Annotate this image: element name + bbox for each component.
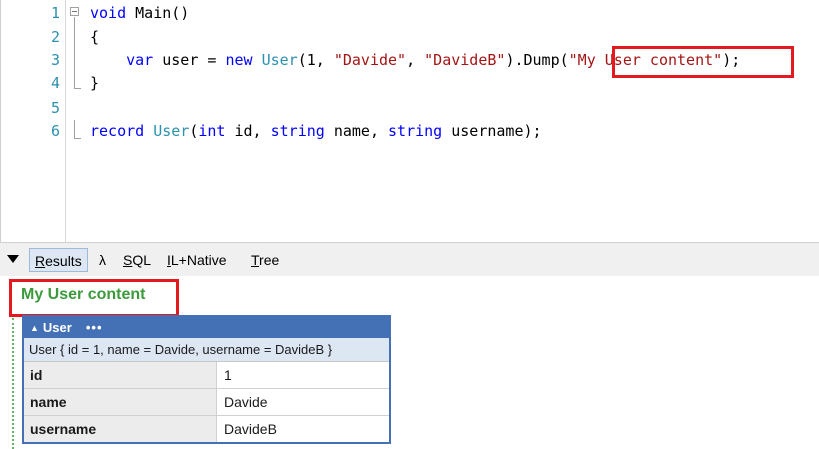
triangle-up-icon[interactable]: ▲ [30, 318, 39, 339]
line-number: 1 [50, 4, 60, 22]
code-token: { [90, 28, 100, 46]
dump-table: ▲ User ••• User { id = 1, name = Davide, u… [22, 315, 391, 444]
code-token: , [406, 51, 425, 69]
code-token: "Davide" [333, 51, 407, 69]
dump-key: id [24, 362, 217, 388]
code-token: string [270, 122, 325, 140]
dump-summary: User { id = 1, name = Davide, username =… [24, 338, 389, 362]
code-editor[interactable]: 1 void Main() 2 { 3 var user = new User(… [0, 0, 819, 242]
code-text[interactable]: record User(int id, string name, string … [90, 119, 542, 143]
tab-il-label: L+Native [170, 252, 227, 268]
tab-results-accel: R [35, 253, 46, 269]
results-toolbar: Results λ SQL IL+Native Tree [0, 242, 819, 276]
line-number: 3 [50, 51, 60, 69]
code-line-6: 6 record User(int id, string name, strin… [0, 119, 819, 143]
dump-type-label: User [42, 320, 72, 335]
highlight-box-heading [9, 279, 179, 317]
line-number: 4 [50, 74, 60, 92]
tab-il-native[interactable]: IL+Native [162, 248, 232, 272]
code-token: username); [442, 122, 542, 140]
dump-value: DavideB [224, 421, 277, 437]
table-row: name Davide [24, 389, 389, 416]
code-token: name, [324, 122, 389, 140]
code-token: } [90, 74, 100, 92]
highlight-box-dump-argument [612, 46, 794, 78]
tab-results-label: esults [45, 253, 82, 269]
code-token: id, [225, 122, 271, 140]
tab-sql-label: QL [132, 252, 152, 268]
code-token: ).Dump( [505, 51, 569, 69]
tab-tree-accel: T [251, 252, 260, 268]
line-number: 2 [50, 28, 60, 46]
code-text[interactable]: } [90, 71, 99, 95]
code-token: user = [153, 51, 226, 69]
code-token: string [388, 122, 443, 140]
tab-tree-label: ree [259, 252, 280, 268]
tab-lambda[interactable]: λ [94, 248, 111, 272]
tab-sql[interactable]: SQL [118, 248, 156, 272]
dump-value: 1 [224, 367, 232, 383]
code-token: record [90, 122, 145, 140]
dump-key: username [24, 416, 217, 442]
more-options-icon[interactable]: ••• [86, 320, 103, 335]
code-token: new [225, 51, 253, 69]
code-token: User [153, 122, 190, 140]
line-number: 5 [50, 99, 60, 117]
dump-value: Davide [224, 394, 268, 410]
code-token: (1, [297, 51, 334, 69]
code-token: "DavideB" [424, 51, 506, 69]
code-token: User [261, 51, 298, 69]
table-row: username DavideB [24, 416, 389, 442]
dump-key: name [24, 389, 217, 415]
tab-sql-accel: S [123, 252, 133, 268]
dump-dotted-guide [12, 318, 14, 449]
tab-tree[interactable]: Tree [246, 248, 284, 272]
code-token: var [126, 51, 154, 69]
triangle-down-icon[interactable] [7, 255, 19, 263]
dump-header[interactable]: ▲ User ••• [24, 317, 389, 338]
code-line-1: 1 void Main() [0, 1, 819, 25]
tab-results[interactable]: Results [29, 248, 88, 272]
code-token: void [90, 4, 127, 22]
results-panel: My User content ▲ User ••• User { id = 1, … [0, 276, 819, 449]
code-line-5: 5 [0, 96, 819, 120]
code-token: Main() [126, 4, 190, 22]
code-token: int [198, 122, 226, 140]
code-text[interactable]: { [90, 25, 99, 49]
tab-lambda-label: λ [99, 252, 106, 268]
line-number: 6 [50, 122, 60, 140]
code-text[interactable]: void Main() [90, 1, 189, 25]
table-row: id 1 [24, 362, 389, 389]
